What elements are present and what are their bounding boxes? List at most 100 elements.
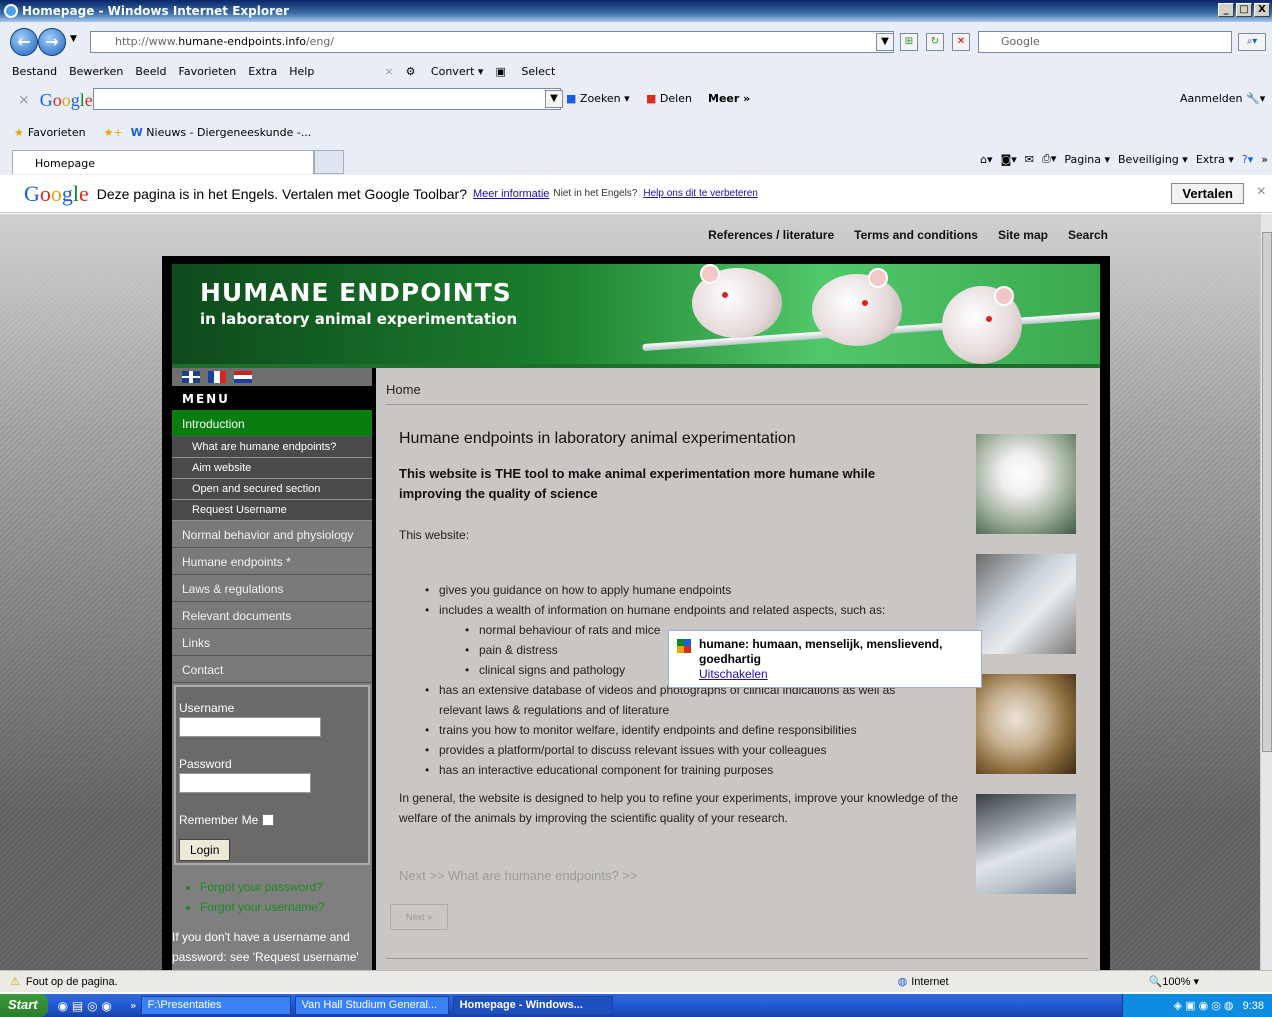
mail-icon[interactable]: ✉ xyxy=(1025,153,1034,166)
username-field[interactable] xyxy=(179,717,321,737)
menu-bewerken[interactable]: Bewerken xyxy=(69,65,123,78)
remember-me-label: Remember Me xyxy=(179,813,259,827)
task-van-hall[interactable]: Van Hall Studium General... xyxy=(294,996,449,1015)
password-field[interactable] xyxy=(179,773,311,793)
next-button[interactable]: Next » xyxy=(390,904,448,930)
menu-item-introduction[interactable]: Introduction xyxy=(172,410,372,437)
help-improve-link[interactable]: Help ons dit te verbeteren xyxy=(643,188,758,199)
close-icon[interactable]: × xyxy=(1257,183,1266,201)
zoeken-button[interactable]: ■ Zoeken ▾ xyxy=(566,92,630,105)
task-homepage[interactable]: Homepage - Windows... xyxy=(452,996,613,1015)
maximize-button[interactable]: □ xyxy=(1236,3,1252,17)
french-flag-icon[interactable] xyxy=(208,371,226,383)
list-item: gives you guidance on how to apply human… xyxy=(399,580,939,600)
uk-flag-icon[interactable] xyxy=(182,371,200,383)
site-banner: HUMANE ENDPOINTS in laboratory animal ex… xyxy=(172,264,1100,364)
language-flags xyxy=(172,368,372,386)
close-button[interactable]: X xyxy=(1254,3,1270,17)
feeds-icon[interactable]: ◙▾ xyxy=(1001,153,1017,166)
stop-icon[interactable]: ✕ xyxy=(952,33,970,51)
menu-help[interactable]: Help xyxy=(289,65,314,78)
search-input[interactable]: Google xyxy=(978,31,1232,53)
submenu-item-aim-website[interactable]: Aim website xyxy=(172,458,372,479)
list-item: trains you how to monitor welfare, ident… xyxy=(399,720,939,740)
warning-icon[interactable]: ⚠ xyxy=(10,975,20,988)
address-bar[interactable]: http://www.humane-endpoints.info/eng/ xyxy=(90,31,894,53)
status-bar: ⚠ Fout op de pagina. ◍ Internet 🔍100% ▾ xyxy=(0,970,1272,992)
forgot-password-link[interactable]: Forgot your password? xyxy=(200,877,344,897)
select-button[interactable]: ▣ Select xyxy=(495,65,555,78)
scrollbar-thumb[interactable] xyxy=(1262,232,1272,752)
forward-button[interactable]: → xyxy=(38,28,66,56)
sitemap-link[interactable]: Site map xyxy=(998,228,1048,242)
extra-menu[interactable]: Extra ▾ xyxy=(1196,153,1234,166)
search-link[interactable]: Search xyxy=(1068,228,1108,242)
login-form: Username Password Remember Me Login xyxy=(174,685,370,865)
breadcrumb[interactable]: Home xyxy=(386,382,421,397)
favorite-item[interactable]: W Nieuws - Diergeneeskunde -... xyxy=(131,126,312,139)
compat-icon[interactable]: ⊞ xyxy=(900,33,918,51)
references-link[interactable]: References / literature xyxy=(708,228,834,242)
close-icon[interactable]: × xyxy=(18,92,30,108)
task-presentaties[interactable]: F:\Presentaties xyxy=(140,996,291,1015)
help-icon[interactable]: ?▾ xyxy=(1242,153,1253,166)
menu-favorieten[interactable]: Favorieten xyxy=(179,65,237,78)
meer-button[interactable]: Meer » xyxy=(708,92,750,105)
search-icon[interactable]: ⌕▾ xyxy=(1238,33,1266,51)
menu-bestand[interactable]: Bestand xyxy=(12,65,57,78)
convert-button[interactable]: ⚙ Convert ▾ xyxy=(406,65,484,78)
tab-homepage[interactable]: Homepage xyxy=(12,150,314,174)
wrench-icon[interactable]: 🔧▾ xyxy=(1246,92,1265,105)
delen-button[interactable]: ■ Delen xyxy=(646,92,692,105)
submenu-item-open-secured-section[interactable]: Open and secured section xyxy=(172,479,372,500)
google-dropdown-icon[interactable]: ▼ xyxy=(545,90,563,108)
minimize-button[interactable]: _ xyxy=(1218,3,1234,17)
zoom-level[interactable]: 🔍100% ▾ xyxy=(1149,975,1199,988)
password-label: Password xyxy=(179,757,232,771)
beveiliging-menu[interactable]: Beveiliging ▾ xyxy=(1118,153,1188,166)
login-button[interactable]: Login xyxy=(179,839,231,861)
terms-link[interactable]: Terms and conditions xyxy=(854,228,978,242)
submenu-item-what-are-humane-endpoints[interactable]: What are humane endpoints? xyxy=(172,437,372,458)
web-page: References / literature Terms and condit… xyxy=(0,214,1260,970)
pagina-menu[interactable]: Pagina ▾ xyxy=(1064,153,1110,166)
refresh-icon[interactable]: ↻ xyxy=(926,33,944,51)
quicklaunch-icons[interactable]: ◉ ▤ ◎ ◉ xyxy=(58,999,112,1013)
taskbar: Start ◉ ▤ ◎ ◉ » F:\Presentaties Van Hall… xyxy=(0,994,1272,1017)
banner-subtitle: in laboratory animal experimentation xyxy=(200,310,518,328)
dutch-flag-icon[interactable] xyxy=(234,371,252,383)
favorieten-button[interactable]: Favorieten xyxy=(28,126,86,139)
next-link[interactable]: Next >> What are humane endpoints? >> xyxy=(399,868,638,883)
new-tab-button[interactable] xyxy=(314,150,344,174)
menu-item-links[interactable]: Links xyxy=(172,629,372,656)
tray-icons[interactable]: ◈ ▣ ◉ ◎ ◍ xyxy=(1174,1000,1234,1012)
home-icon[interactable]: ⌂▾ xyxy=(980,153,993,166)
aanmelden-button[interactable]: Aanmelden 🔧▾ xyxy=(1180,92,1265,105)
start-button[interactable]: Start xyxy=(0,994,48,1017)
disable-link[interactable]: Uitschakelen xyxy=(699,667,768,681)
print-icon[interactable]: ⎙▾ xyxy=(1042,152,1056,166)
google-search-input[interactable] xyxy=(93,88,561,110)
menu-item-contact[interactable]: Contact xyxy=(172,656,372,683)
menu-item-laws-regulations[interactable]: Laws & regulations xyxy=(172,575,372,602)
history-dropdown-icon[interactable]: ▼ xyxy=(70,34,77,44)
address-dropdown-icon[interactable]: ▼ xyxy=(876,33,894,51)
chevron-right-icon[interactable]: » xyxy=(130,999,137,1012)
more-info-link[interactable]: Meer informatie xyxy=(473,188,549,200)
remember-me-checkbox[interactable] xyxy=(262,814,275,826)
menu-extra[interactable]: Extra xyxy=(248,65,277,78)
status-text[interactable]: Fout op de pagina. xyxy=(26,976,118,988)
add-favorite-icon[interactable]: ★+ xyxy=(104,126,123,139)
menu-item-normal-behavior[interactable]: Normal behavior and physiology xyxy=(172,521,372,548)
submenu-item-request-username[interactable]: Request Username xyxy=(172,500,372,521)
menu-beeld[interactable]: Beeld xyxy=(135,65,166,78)
forgot-username-link[interactable]: Forgot your username? xyxy=(200,897,344,917)
vertical-scrollbar[interactable] xyxy=(1260,214,1272,970)
chevron-right-icon[interactable]: » xyxy=(1261,153,1268,166)
menu-item-relevant-documents[interactable]: Relevant documents xyxy=(172,602,372,629)
menu-item-humane-endpoints[interactable]: Humane endpoints * xyxy=(172,548,372,575)
translate-button[interactable]: Vertalen xyxy=(1171,183,1244,204)
back-button[interactable]: ← xyxy=(10,28,38,56)
rat-image xyxy=(692,264,782,338)
close-icon[interactable]: × xyxy=(384,65,393,78)
